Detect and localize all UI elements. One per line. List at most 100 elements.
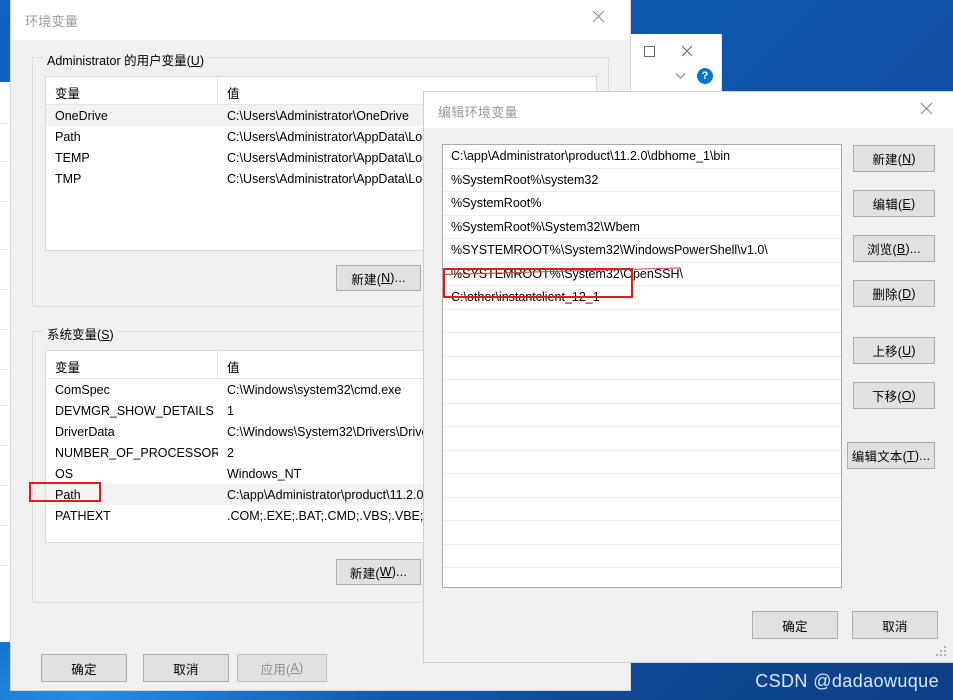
edit-environment-variable-dialog[interactable]: 编辑环境变量 C:\app\Administrator\product\11.2… xyxy=(424,92,953,662)
variable-name-cell: PATHEXT xyxy=(46,509,218,523)
path-entry-empty-row[interactable] xyxy=(443,380,841,404)
path-entry-row[interactable]: C:\other\instantclient_12_1 xyxy=(443,286,841,310)
edit-ok-button[interactable]: 确定 xyxy=(752,611,838,639)
path-move-up-key: U xyxy=(902,344,911,358)
user-legend-prefix: Administrator 的用户变量( xyxy=(47,54,191,68)
variable-name-cell: DEVMGR_SHOW_DETAILS xyxy=(46,404,218,418)
user-new-key: N xyxy=(381,271,390,285)
path-new-suffix: ) xyxy=(911,152,915,166)
path-edit-prefix: 编辑( xyxy=(873,194,903,213)
variable-name-cell: DriverData xyxy=(46,425,218,439)
user-new-prefix: 新建( xyxy=(351,269,381,288)
user-new-button[interactable]: 新建(N)... xyxy=(336,265,421,291)
system-new-suffix: )... xyxy=(392,565,407,579)
path-entry-empty-row[interactable] xyxy=(443,474,841,498)
path-move-up-suffix: ) xyxy=(911,344,915,358)
path-entry-empty-row[interactable] xyxy=(443,427,841,451)
variable-name-cell: TMP xyxy=(46,172,218,186)
path-new-button[interactable]: 新建(N) xyxy=(853,145,935,172)
path-entry-row[interactable]: %SYSTEMROOT%\System32\OpenSSH\ xyxy=(443,263,841,287)
chevron-down-icon[interactable] xyxy=(670,68,690,84)
path-entry-row[interactable]: %SystemRoot%\system32 xyxy=(443,169,841,193)
user-legend-key: U xyxy=(191,54,200,68)
path-new-prefix: 新建( xyxy=(872,149,902,168)
column-header-variable[interactable]: 变量 xyxy=(46,351,218,378)
path-move-down-prefix: 下移( xyxy=(872,386,902,405)
path-entry-empty-row[interactable] xyxy=(443,568,841,588)
path-entry-row[interactable]: %SYSTEMROOT%\System32\WindowsPowerShell\… xyxy=(443,239,841,263)
apply-prefix: 应用( xyxy=(261,659,291,678)
column-header-variable[interactable]: 变量 xyxy=(46,77,218,104)
maximize-icon[interactable] xyxy=(638,42,660,60)
path-move-down-button[interactable]: 下移(O) xyxy=(853,382,935,409)
path-entry-row[interactable]: %SystemRoot% xyxy=(443,192,841,216)
system-new-prefix: 新建( xyxy=(350,563,380,582)
path-entry-empty-row[interactable] xyxy=(443,545,841,569)
help-icon[interactable]: ? xyxy=(696,67,714,85)
path-move-up-prefix: 上移( xyxy=(872,341,902,360)
apply-button: 应用(A) xyxy=(237,654,327,682)
path-move-up-button[interactable]: 上移(U) xyxy=(853,337,935,364)
edit-dialog-titlebar[interactable]: 编辑环境变量 xyxy=(424,92,953,128)
path-move-down-key: O xyxy=(902,389,912,403)
path-edit-text-prefix: 编辑文本( xyxy=(852,446,907,465)
close-icon[interactable] xyxy=(903,92,949,124)
path-browse-prefix: 浏览( xyxy=(867,239,897,258)
path-browse-suffix: )... xyxy=(905,242,920,256)
path-edit-text-suffix: )... xyxy=(915,449,930,463)
path-entry-row[interactable]: %SystemRoot%\System32\Wbem xyxy=(443,216,841,240)
ok-button[interactable]: 确定 xyxy=(41,654,127,682)
variable-name-cell: Path xyxy=(46,488,218,502)
path-entries-listbox[interactable]: C:\app\Administrator\product\11.2.0\dbho… xyxy=(442,144,842,588)
path-edit-button[interactable]: 编辑(E) xyxy=(853,190,935,217)
path-edit-text-key: T xyxy=(907,449,915,463)
path-entry-empty-row[interactable] xyxy=(443,451,841,475)
path-edit-suffix: ) xyxy=(911,197,915,211)
path-new-key: N xyxy=(902,152,911,166)
resize-grip[interactable] xyxy=(936,646,948,658)
apply-key: A xyxy=(290,661,299,675)
edit-dialog-title: 编辑环境变量 xyxy=(438,102,518,121)
variable-name-cell: OneDrive xyxy=(46,109,218,123)
env-dialog-titlebar[interactable]: 环境变量 xyxy=(11,0,630,40)
system-new-button[interactable]: 新建(W)... xyxy=(336,559,421,585)
path-entry-empty-row[interactable] xyxy=(443,498,841,522)
system-variables-legend: 系统变量(S) xyxy=(43,324,118,343)
path-edit-text-button[interactable]: 编辑文本(T)... xyxy=(847,442,935,469)
apply-suffix: ) xyxy=(299,661,303,675)
path-edit-key: E xyxy=(902,197,911,211)
variable-name-cell: TEMP xyxy=(46,151,218,165)
user-new-suffix: )... xyxy=(390,271,405,285)
help-badge-label: ? xyxy=(697,68,713,84)
path-entry-row[interactable]: C:\app\Administrator\product\11.2.0\dbho… xyxy=(443,145,841,169)
user-variables-legend: Administrator 的用户变量(U) xyxy=(43,50,208,69)
path-delete-button[interactable]: 删除(D) xyxy=(853,280,935,307)
edit-cancel-button[interactable]: 取消 xyxy=(852,611,938,639)
env-dialog-title: 环境变量 xyxy=(25,11,78,30)
path-entry-empty-row[interactable] xyxy=(443,404,841,428)
path-delete-suffix: ) xyxy=(911,287,915,301)
variable-name-cell: OS xyxy=(46,467,218,481)
close-icon[interactable] xyxy=(676,42,698,60)
variable-name-cell: NUMBER_OF_PROCESSORS xyxy=(46,446,218,460)
path-entry-empty-row[interactable] xyxy=(443,521,841,545)
watermark: CSDN @dadaowuque xyxy=(755,671,939,692)
path-delete-key: D xyxy=(902,287,911,301)
variable-name-cell: Path xyxy=(46,130,218,144)
path-browse-key: B xyxy=(897,242,906,256)
system-new-key: W xyxy=(380,565,392,579)
system-legend-suffix: ) xyxy=(110,328,114,342)
variable-name-cell: ComSpec xyxy=(46,383,218,397)
path-browse-button[interactable]: 浏览(B)... xyxy=(853,235,935,262)
cancel-button[interactable]: 取消 xyxy=(143,654,229,682)
path-entry-empty-row[interactable] xyxy=(443,357,841,381)
system-legend-prefix: 系统变量( xyxy=(47,328,101,342)
background-window-small[interactable]: ? xyxy=(625,34,722,93)
path-delete-prefix: 删除( xyxy=(872,284,902,303)
user-legend-suffix: ) xyxy=(200,54,204,68)
system-legend-key: S xyxy=(101,328,109,342)
path-entry-empty-row[interactable] xyxy=(443,310,841,334)
path-move-down-suffix: ) xyxy=(912,389,916,403)
path-entry-empty-row[interactable] xyxy=(443,333,841,357)
close-icon[interactable] xyxy=(575,0,621,32)
